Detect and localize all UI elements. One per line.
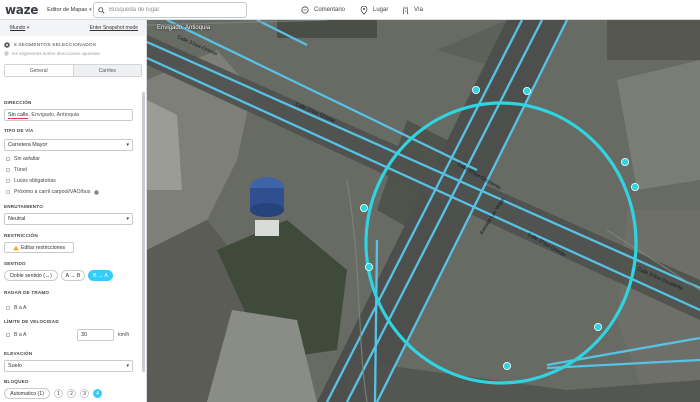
panel-scrollbar[interactable] xyxy=(142,92,145,372)
caret-down-icon: ▾ xyxy=(89,6,92,13)
comment-tool[interactable]: Comentario xyxy=(301,0,345,20)
world-menu[interactable]: Mundo ▾ xyxy=(10,25,29,31)
editor-menu-label: Editor de Mapas xyxy=(47,6,88,13)
direction-a-to-b[interactable]: A → B xyxy=(61,270,85,281)
selected-count: 8 SEGMENTOS SELECCIONADOS xyxy=(14,42,97,48)
speed-limit-value: 30 xyxy=(81,332,87,338)
waze-logo[interactable]: waze xyxy=(5,3,38,17)
comment-label: Comentario xyxy=(314,7,346,13)
checkbox-box[interactable] xyxy=(6,306,10,310)
checkbox-label: Sin asfaltar xyxy=(14,156,40,162)
lock-level-2[interactable]: 2 xyxy=(67,389,76,398)
speed-limit-dir: B a A xyxy=(14,332,27,338)
warning-icon xyxy=(13,245,19,250)
info-icon xyxy=(4,51,9,56)
speed-limit-row[interactable]: B a A xyxy=(6,332,26,338)
address-no-street: Sin calle xyxy=(8,111,29,119)
routing-title: ENRUTAMIENTO xyxy=(4,204,43,209)
tab-general[interactable]: General xyxy=(5,65,74,76)
segment-speed-title: RADAR DE TRAMO xyxy=(4,290,50,295)
road-icon xyxy=(402,6,409,14)
segment-icon xyxy=(4,42,10,48)
editor-menu[interactable]: Editor de Mapas ▾ xyxy=(47,7,92,13)
help-icon[interactable] xyxy=(94,189,100,195)
comment-icon xyxy=(301,6,309,14)
map-location-label: Envigado, Antioquia xyxy=(157,25,211,31)
direction-hint: los segmentos tienen direcciones opuesta… xyxy=(0,48,146,56)
elevation-title: ELEVACIÓN xyxy=(4,351,33,356)
edit-panel: Mundo ▾ Enter Snapshot mode 8 SEGMENTOS … xyxy=(0,20,147,402)
checkbox-headlights[interactable]: Luces obligatorias xyxy=(6,178,56,184)
speed-unit: km/h xyxy=(118,332,130,338)
panel-tabs: General Carriles xyxy=(4,64,142,77)
elevation-select[interactable]: Suelo ▾ xyxy=(4,360,133,372)
checkbox-box[interactable] xyxy=(6,333,10,337)
selection-summary: 8 SEGMENTOS SELECCIONADOS xyxy=(0,36,146,48)
direction-title: SENTIDO xyxy=(4,261,26,266)
search-icon xyxy=(98,6,105,14)
road-type-title: TIPO DE VÍA xyxy=(4,128,34,133)
top-bar: waze Editor de Mapas ▾ Comentario Lugar … xyxy=(0,0,700,20)
lock-level-1[interactable]: 1 xyxy=(54,389,63,398)
chevron-down-icon: ▾ xyxy=(126,216,129,222)
elevation-value: Suelo xyxy=(8,363,22,369)
checkbox-tunnel[interactable]: Túnel xyxy=(6,167,27,173)
lock-level-4[interactable]: 4 xyxy=(93,389,102,398)
road-type-select[interactable]: Carretera Mayor ▾ xyxy=(4,139,133,151)
place-label: Lugar xyxy=(373,7,389,13)
checkbox-unpaved[interactable]: Sin asfaltar xyxy=(6,156,40,162)
routing-value: Neutral xyxy=(8,216,26,222)
checkbox-label: Próximo a carril carpool/VAO/bus xyxy=(14,189,91,195)
road-label: Vía xyxy=(414,7,424,13)
snapshot-mode-link[interactable]: Enter Snapshot mode xyxy=(90,25,138,31)
place-tool[interactable]: Lugar xyxy=(360,0,388,20)
checkbox-box[interactable] xyxy=(6,190,10,194)
speed-limit-title: LÍMITE DE VELOCIDAD xyxy=(4,319,59,324)
road-tool[interactable]: Vía xyxy=(402,0,423,20)
checkbox-segment-speed[interactable]: B a A xyxy=(6,305,26,311)
direction-hint-text: los segmentos tienen direcciones opuesta… xyxy=(12,51,100,56)
edit-restrictions-button[interactable]: Editar restricciones xyxy=(4,242,74,253)
road-type-value: Carretera Mayor xyxy=(8,142,48,148)
edit-restrictions-label: Editar restricciones xyxy=(20,244,66,251)
address-city: , Envigado, Antioquia xyxy=(28,112,80,118)
search-input[interactable] xyxy=(109,7,239,13)
checkbox-box[interactable] xyxy=(6,179,10,183)
restriction-title: RESTRICCIÓN xyxy=(4,233,38,238)
checkbox-label: Luces obligatorias xyxy=(14,178,56,184)
checkbox-box[interactable] xyxy=(6,157,10,161)
routing-select[interactable]: Neutral ▾ xyxy=(4,213,133,225)
map-layer: Calle 37sur-Oriente Calle 37sur Oriente … xyxy=(147,20,700,402)
caret-down-icon: ▾ xyxy=(26,25,30,31)
lock-level-3[interactable]: 3 xyxy=(80,389,89,398)
panel-subheader: Mundo ▾ Enter Snapshot mode xyxy=(0,20,146,36)
chevron-down-icon: ▾ xyxy=(126,363,129,369)
checkbox-label: B a A xyxy=(14,305,27,311)
place-search[interactable] xyxy=(93,2,247,18)
checkbox-box[interactable] xyxy=(6,168,10,172)
checkbox-label: Túnel xyxy=(14,167,27,173)
direction-b-to-a[interactable]: B → A xyxy=(88,270,113,281)
lock-title: BLOQUEO xyxy=(4,379,29,384)
chevron-down-icon: ▾ xyxy=(126,142,129,148)
address-field[interactable]: Sin calle, Envigado, Antioquia xyxy=(4,109,133,121)
address-title: DIRECCIÓN xyxy=(4,100,32,105)
tab-lanes[interactable]: Carriles xyxy=(73,65,141,76)
speed-limit-input[interactable]: 30 xyxy=(77,329,114,341)
direction-two-way[interactable]: Doble sentido (↔) xyxy=(4,270,58,281)
map-canvas[interactable]: Calle 37sur-Oriente Calle 37sur Oriente … xyxy=(147,20,700,402)
lock-automatic[interactable]: Automatico (1) xyxy=(4,388,50,399)
pin-icon xyxy=(360,5,368,15)
checkbox-carpool[interactable]: Próximo a carril carpool/VAO/bus xyxy=(6,189,100,195)
